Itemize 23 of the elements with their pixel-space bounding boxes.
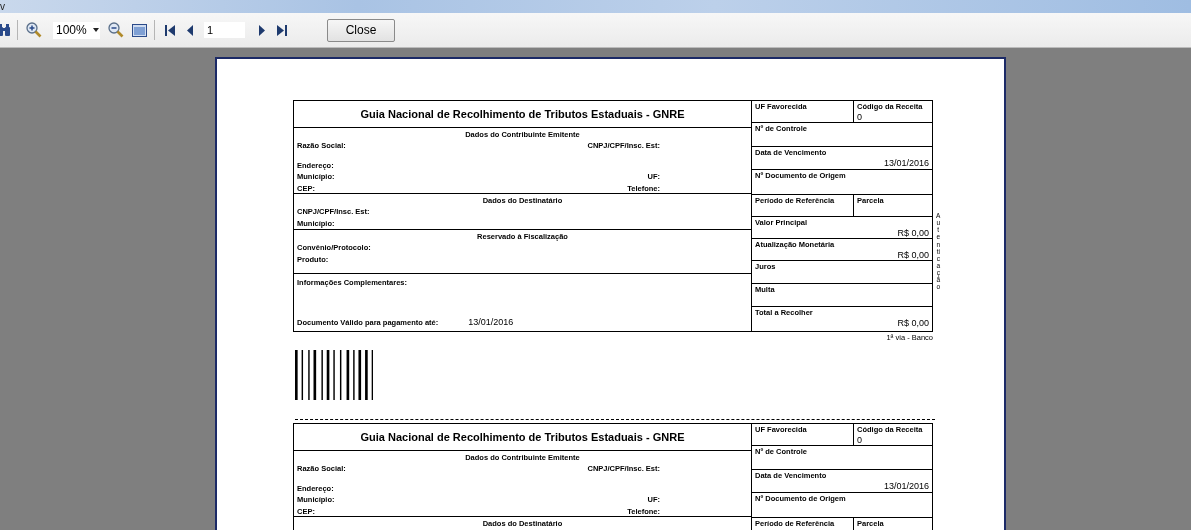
close-button[interactable]: Close <box>327 18 395 42</box>
first-page-icon[interactable] <box>165 24 175 36</box>
cell-value: 13/01/2016 <box>883 158 929 169</box>
zoom-in-icon[interactable] <box>26 22 42 38</box>
cell-value: 0 <box>857 112 862 123</box>
next-page-icon[interactable] <box>259 24 265 36</box>
caret-icon <box>92 28 99 32</box>
cell-value: R$ 0,00 <box>897 318 929 329</box>
previous-page-icon[interactable] <box>187 24 193 36</box>
cell-value: R$ 0,00 <box>897 228 929 239</box>
last-page-icon[interactable] <box>277 24 287 36</box>
form-title: Guia Nacional de Recolhimento de Tributos Estaduais - GNRE <box>294 424 751 451</box>
form-title: Guia Nacional de Recolhimento de Tributos Estaduais - GNRE <box>294 101 751 128</box>
zoom-out-icon[interactable] <box>108 22 124 38</box>
page-view-icon[interactable] <box>132 23 147 37</box>
window-title: v <box>0 1 5 12</box>
cell-value: 0 <box>857 435 862 446</box>
cell-value: 13/01/2016 <box>883 481 929 492</box>
zoom-dropdown[interactable]: 100% <box>53 21 100 39</box>
field-value: 13/01/2016 <box>468 317 514 328</box>
page-number-field[interactable]: 1 <box>204 22 245 38</box>
find-icon[interactable] <box>0 23 10 37</box>
cell-value: R$ 0,00 <box>897 250 929 261</box>
